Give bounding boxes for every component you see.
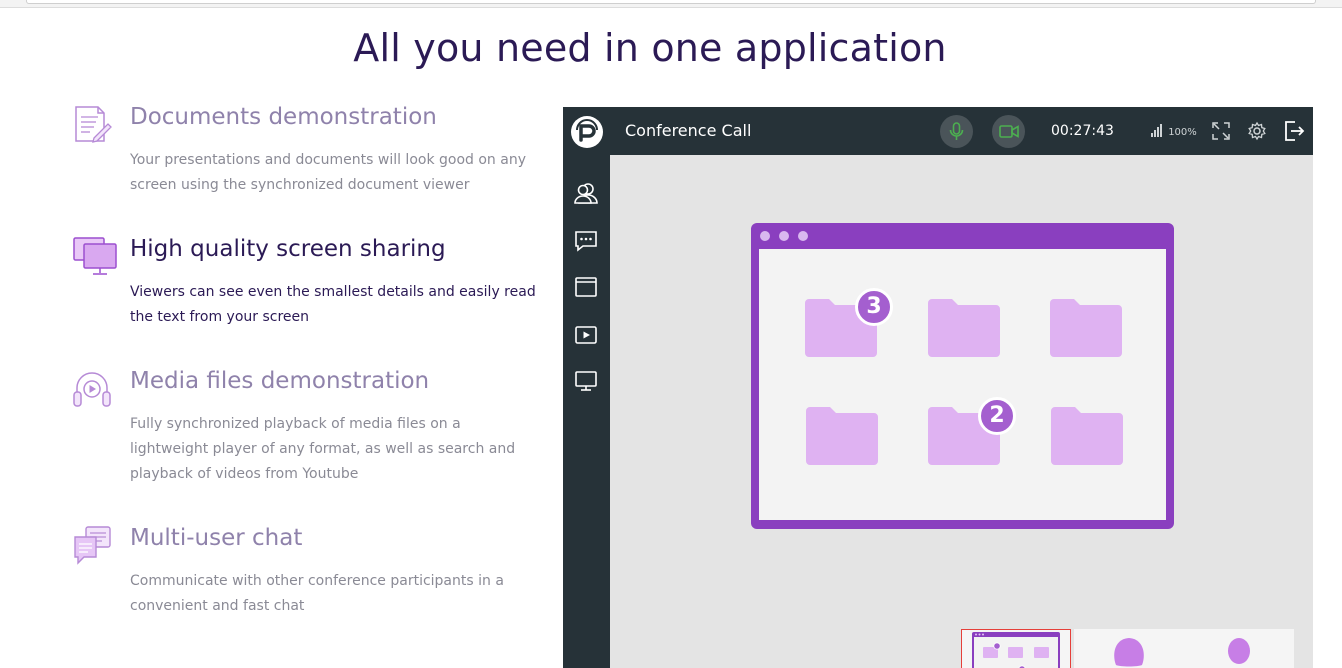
gear-icon[interactable]	[1247, 121, 1267, 141]
count-badge: 2	[978, 397, 1016, 435]
feature-description: Communicate with other conference partic…	[130, 573, 504, 614]
page-title: All you need in one application	[353, 26, 947, 70]
video-play-icon[interactable]	[574, 323, 598, 347]
thumbnail-female-participant[interactable]	[1074, 629, 1184, 668]
feature-title: High quality screen sharing	[130, 236, 446, 262]
headphones-play-icon	[73, 372, 111, 407]
screen-share-preview	[972, 632, 1060, 668]
thumbnail-screen-share[interactable]	[961, 629, 1071, 668]
male-avatar-icon	[1228, 638, 1250, 664]
chat-icon[interactable]	[574, 229, 598, 253]
signal-indicator: 100%	[1151, 123, 1197, 138]
feature-description: Fully synchronized playback of media fil…	[130, 416, 516, 482]
camera-icon	[999, 125, 1019, 138]
document-edit-icon	[75, 106, 112, 143]
logo-mark	[576, 119, 598, 142]
feature-title: Media files demonstration	[130, 368, 430, 394]
feature-screen-sharing: High quality screen sharing Viewers can …	[72, 236, 542, 336]
app-title: Conference Call	[625, 121, 752, 140]
feature-description: Your presentations and documents will lo…	[130, 152, 526, 193]
shared-screen-stage: 3 2	[610, 155, 1313, 668]
address-bar-edge	[26, 0, 1316, 4]
feature-description: Viewers can see even the smallest detail…	[130, 284, 536, 325]
folder-icon	[1050, 299, 1122, 357]
thumbnail-male-participant[interactable]	[1184, 629, 1294, 668]
users-icon[interactable]	[574, 181, 598, 205]
window-dot	[798, 231, 808, 241]
app-logo	[571, 116, 603, 148]
folder-icon	[1051, 407, 1123, 465]
shared-window-content: 3 2	[759, 249, 1166, 520]
folder-icon	[928, 299, 1000, 357]
camera-button[interactable]	[992, 115, 1025, 148]
shared-browser-window: 3 2	[751, 223, 1174, 529]
microphone-button[interactable]	[940, 115, 973, 148]
chat-bubbles-icon	[74, 526, 111, 565]
feature-documents: Documents demonstration Your presentatio…	[72, 104, 542, 204]
count-badge: 3	[855, 288, 893, 326]
folder-icon	[806, 407, 878, 465]
app-header: Conference Call 00:27:43 100%	[563, 107, 1313, 155]
feature-title: Multi-user chat	[130, 525, 303, 551]
window-dot	[760, 231, 770, 241]
feature-title: Documents demonstration	[130, 104, 437, 130]
exit-icon[interactable]	[1283, 120, 1305, 142]
monitors-icon	[73, 237, 117, 275]
microphone-icon	[949, 122, 964, 140]
monitor-icon[interactable]	[574, 369, 598, 393]
feature-multi-user-chat: Multi-user chat Communicate with other c…	[72, 525, 542, 625]
window-icon[interactable]	[574, 275, 598, 299]
conference-app-preview: Conference Call 00:27:43 100% 3 2	[563, 107, 1313, 668]
browser-top-strip	[0, 0, 1342, 8]
signal-icon	[1151, 124, 1162, 137]
signal-label: 100%	[1168, 127, 1197, 138]
window-dot	[779, 231, 789, 241]
female-avatar-icon	[1114, 638, 1144, 667]
call-timer: 00:27:43	[1051, 123, 1114, 139]
fullscreen-icon[interactable]	[1211, 121, 1231, 141]
app-sidebar	[563, 155, 610, 668]
feature-media-files: Media files demonstration Fully synchron…	[72, 368, 542, 488]
